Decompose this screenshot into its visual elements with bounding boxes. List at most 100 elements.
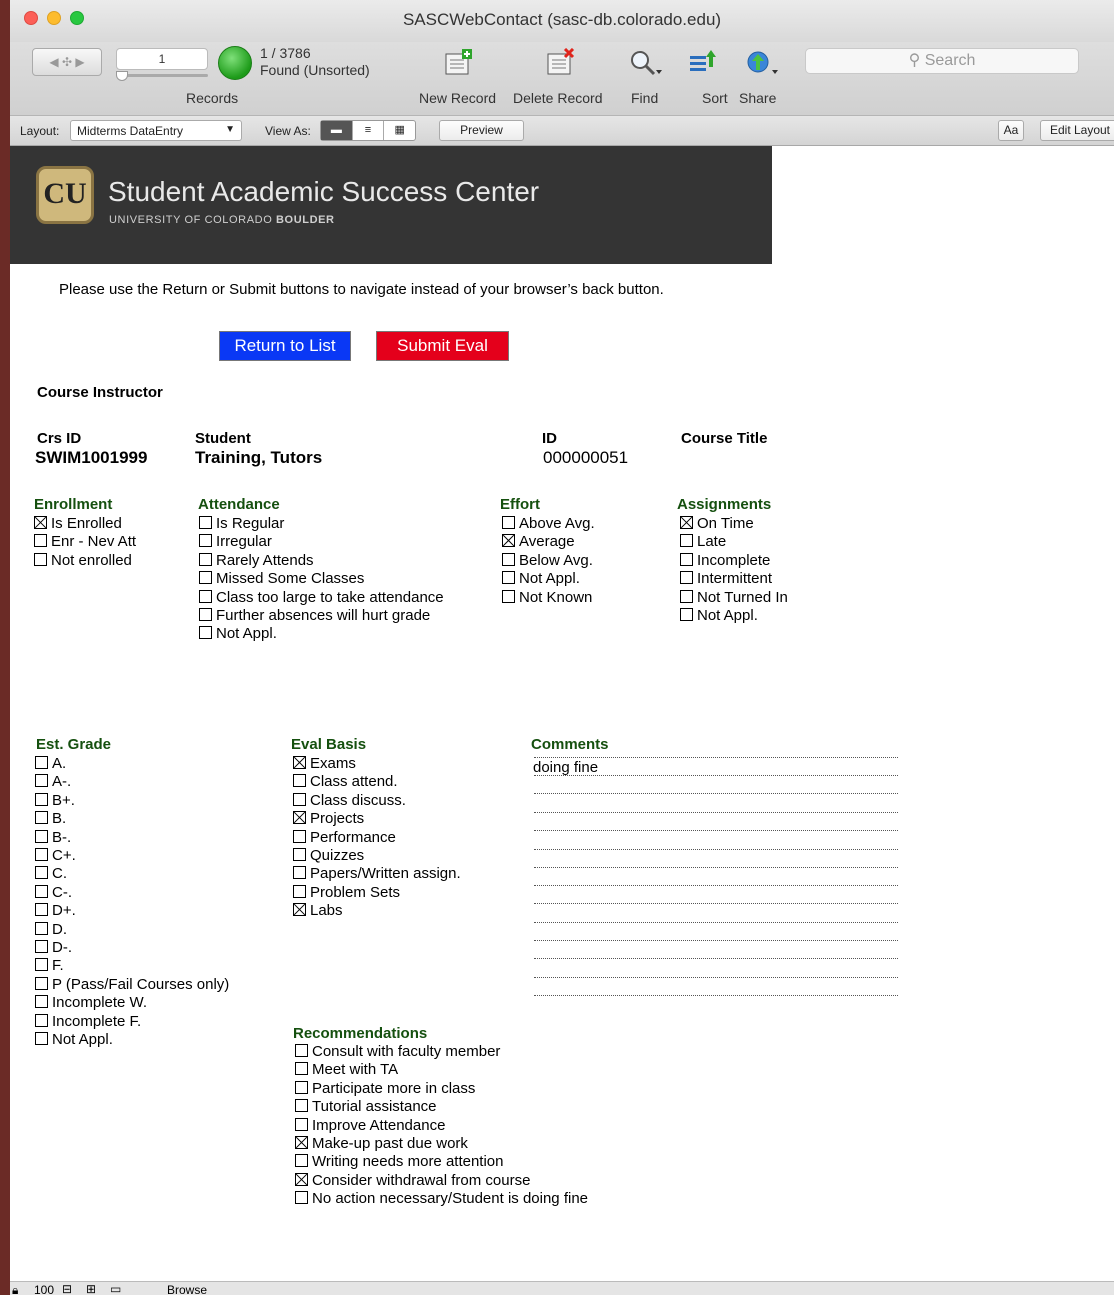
est-grade-option[interactable]: Not Appl.: [35, 1031, 229, 1049]
est-grade-option[interactable]: D+.: [35, 902, 229, 920]
est-grade-option[interactable]: B.: [35, 810, 229, 828]
est-grade-option[interactable]: B+.: [35, 792, 229, 810]
checked-checkbox-icon[interactable]: [293, 903, 306, 917]
recommendations-option[interactable]: Writing needs more attention: [295, 1153, 588, 1171]
checkbox-icon[interactable]: [199, 552, 212, 566]
checkbox-icon[interactable]: [35, 958, 48, 972]
enrollment-option[interactable]: Is Enrolled: [34, 515, 136, 533]
checkbox-icon[interactable]: [35, 866, 48, 880]
eval-basis-option[interactable]: Class discuss.: [293, 792, 461, 810]
attendance-option[interactable]: Rarely Attends: [199, 552, 444, 570]
eval-basis-option[interactable]: Performance: [293, 829, 461, 847]
checkbox-icon[interactable]: [34, 552, 47, 566]
checkbox-icon[interactable]: [295, 1099, 308, 1113]
record-slider-handle[interactable]: [116, 71, 128, 81]
checkbox-icon[interactable]: [293, 866, 306, 880]
checked-checkbox-icon[interactable]: [680, 516, 693, 529]
est-grade-option[interactable]: A.: [35, 755, 229, 773]
zoom-out-icon[interactable]: ⊟: [62, 1282, 72, 1295]
zoom-level[interactable]: 100: [34, 1283, 54, 1295]
found-set-pie-icon[interactable]: [218, 46, 252, 80]
effort-option[interactable]: Above Avg.: [502, 515, 595, 533]
checkbox-icon[interactable]: [199, 626, 212, 640]
recommendations-option[interactable]: No action necessary/Student is doing fin…: [295, 1190, 588, 1208]
return-to-list-button[interactable]: Return to List: [219, 331, 351, 361]
checkbox-icon[interactable]: [35, 884, 48, 898]
checkbox-icon[interactable]: [35, 976, 48, 990]
checkbox-icon[interactable]: [199, 589, 212, 603]
record-navigation-arrows[interactable]: ◀ ✣ ▶: [32, 48, 102, 76]
checkbox-icon[interactable]: [199, 571, 212, 585]
checkbox-icon[interactable]: [293, 792, 306, 806]
effort-option[interactable]: Average: [502, 533, 595, 551]
assignments-option[interactable]: On Time: [680, 515, 788, 533]
checked-checkbox-icon[interactable]: [295, 1136, 308, 1150]
eval-basis-option[interactable]: Quizzes: [293, 847, 461, 865]
attendance-option[interactable]: Class too large to take attendance: [199, 589, 444, 607]
checkbox-icon[interactable]: [680, 571, 693, 585]
find-icon[interactable]: [628, 48, 662, 82]
assignments-option[interactable]: Late: [680, 533, 788, 551]
recommendations-option[interactable]: Tutorial assistance: [295, 1098, 588, 1116]
effort-option[interactable]: Not Known: [502, 589, 595, 607]
checkbox-icon[interactable]: [35, 995, 48, 1009]
checkbox-icon[interactable]: [35, 811, 48, 825]
checkbox-icon[interactable]: [35, 1013, 48, 1027]
attendance-option[interactable]: Missed Some Classes: [199, 570, 444, 588]
checkbox-icon[interactable]: [35, 921, 48, 935]
comments-field[interactable]: doing fine: [533, 759, 598, 776]
est-grade-option[interactable]: P (Pass/Fail Courses only): [35, 976, 229, 994]
assignments-option[interactable]: Incomplete: [680, 552, 788, 570]
checkbox-icon[interactable]: [293, 848, 306, 862]
recommendations-option[interactable]: Make-up past due work: [295, 1135, 588, 1153]
enrollment-option[interactable]: Not enrolled: [34, 552, 136, 570]
record-number-field[interactable]: 1: [116, 48, 208, 70]
recommendations-option[interactable]: Consider withdrawal from course: [295, 1172, 588, 1190]
checkbox-icon[interactable]: [295, 1062, 308, 1076]
checkbox-icon[interactable]: [502, 516, 515, 529]
checked-checkbox-icon[interactable]: [502, 534, 515, 548]
delete-record-icon[interactable]: [544, 47, 578, 82]
attendance-option[interactable]: Further absences will hurt grade: [199, 607, 444, 625]
recommendations-option[interactable]: Meet with TA: [295, 1061, 588, 1079]
checkbox-icon[interactable]: [295, 1117, 308, 1131]
next-record-icon[interactable]: ▶: [75, 55, 84, 69]
est-grade-option[interactable]: D-.: [35, 939, 229, 957]
sort-icon[interactable]: [686, 48, 720, 82]
submit-eval-button[interactable]: Submit Eval: [376, 331, 509, 361]
est-grade-option[interactable]: B-.: [35, 829, 229, 847]
recommendations-option[interactable]: Participate more in class: [295, 1080, 588, 1098]
checked-checkbox-icon[interactable]: [293, 756, 306, 769]
search-input[interactable]: ⚲ Search: [805, 48, 1079, 74]
enrollment-option[interactable]: Enr - Nev Att: [34, 533, 136, 551]
checkbox-icon[interactable]: [295, 1191, 308, 1205]
toolbar-toggle-icon[interactable]: ▭: [110, 1282, 121, 1295]
zoom-in-icon[interactable]: ⊞: [86, 1282, 96, 1295]
effort-option[interactable]: Not Appl.: [502, 570, 595, 588]
checkbox-icon[interactable]: [35, 940, 48, 954]
est-grade-option[interactable]: D.: [35, 921, 229, 939]
new-record-icon[interactable]: [442, 48, 476, 82]
checkbox-icon[interactable]: [35, 792, 48, 806]
table-view-icon[interactable]: ▦: [384, 121, 415, 140]
eval-basis-option[interactable]: Papers/Written assign.: [293, 865, 461, 883]
est-grade-option[interactable]: C.: [35, 865, 229, 883]
record-slider[interactable]: [116, 74, 208, 77]
checkbox-icon[interactable]: [295, 1080, 308, 1094]
share-icon[interactable]: [744, 48, 778, 82]
attendance-option[interactable]: Is Regular: [199, 515, 444, 533]
form-view-icon[interactable]: ▬: [321, 121, 353, 140]
checkbox-icon[interactable]: [199, 516, 212, 529]
eval-basis-option[interactable]: Labs: [293, 902, 461, 920]
eval-basis-option[interactable]: Projects: [293, 810, 461, 828]
est-grade-option[interactable]: Incomplete W.: [35, 994, 229, 1012]
checkbox-icon[interactable]: [35, 1032, 48, 1046]
checked-checkbox-icon[interactable]: [293, 811, 306, 825]
est-grade-option[interactable]: C+.: [35, 847, 229, 865]
checkbox-icon[interactable]: [35, 903, 48, 917]
sort-button[interactable]: Sort: [702, 90, 728, 106]
checkbox-icon[interactable]: [680, 552, 693, 566]
checkbox-icon[interactable]: [295, 1154, 308, 1168]
checkbox-icon[interactable]: [293, 884, 306, 898]
recommendations-option[interactable]: Improve Attendance: [295, 1117, 588, 1135]
